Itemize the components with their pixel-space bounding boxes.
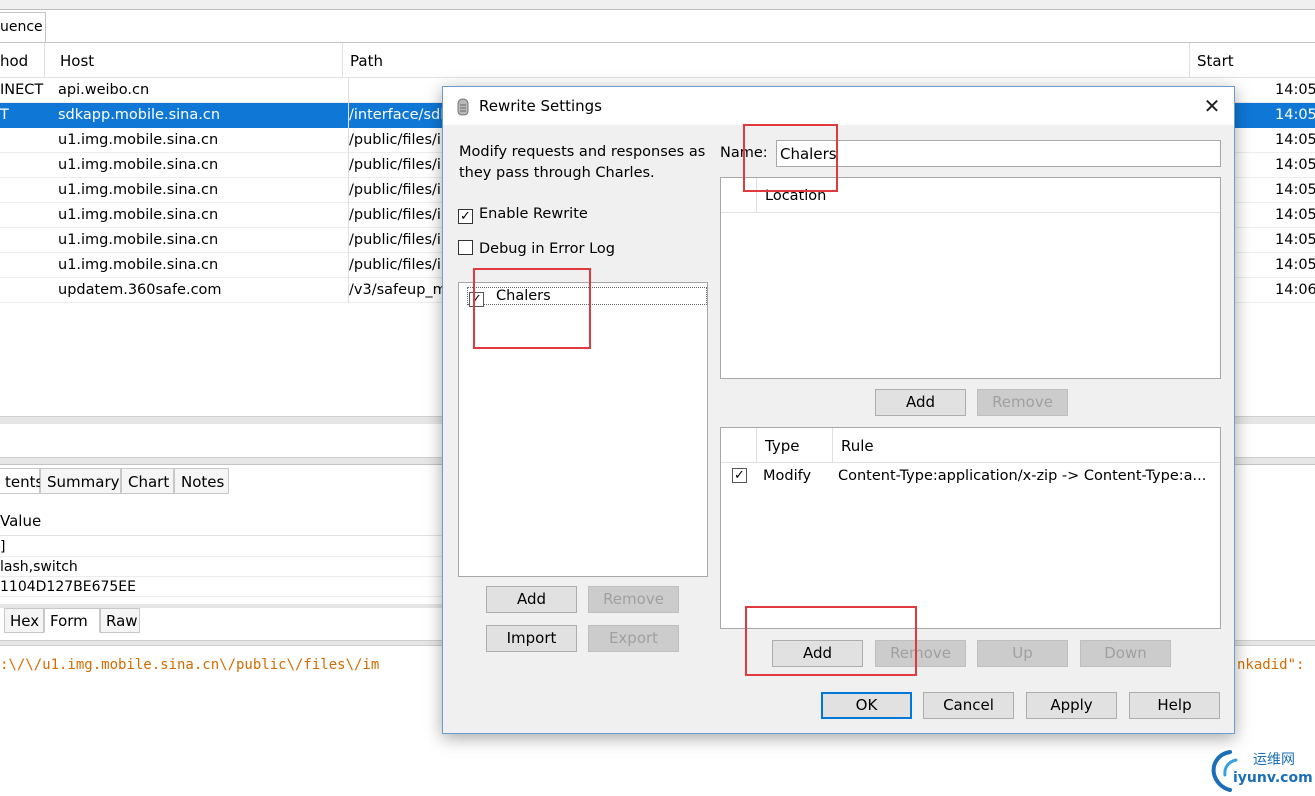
table-row[interactable]: ] bbox=[0, 537, 445, 557]
request-method bbox=[0, 203, 52, 228]
debug-error-log-label: Debug in Error Log bbox=[479, 241, 615, 257]
col-start-header[interactable]: Start bbox=[1190, 43, 1315, 78]
request-start-time: 14:05 bbox=[1275, 207, 1315, 223]
dialog-titlebar[interactable]: Rewrite Settings ✕ bbox=[443, 87, 1234, 125]
enable-rewrite-checkbox[interactable]: ✓ Enable Rewrite bbox=[458, 205, 588, 225]
request-start-time: 14:05 bbox=[1275, 232, 1315, 248]
location-table[interactable]: Location bbox=[720, 177, 1221, 379]
request-path bbox=[348, 78, 443, 103]
move-down-button[interactable]: Down bbox=[1080, 640, 1171, 667]
request-host: u1.img.mobile.sina.cn bbox=[58, 132, 219, 148]
rules-table[interactable]: Type Rule ✓ Modify Content-Type:applicat… bbox=[720, 427, 1221, 629]
checkbox-checked-icon[interactable]: ✓ bbox=[458, 209, 473, 224]
col-path-header[interactable]: Path bbox=[343, 43, 1190, 78]
enable-rewrite-label: Enable Rewrite bbox=[479, 206, 588, 222]
debug-error-log-checkbox[interactable]: Debug in Error Log bbox=[458, 240, 615, 260]
watermark-text-en: iyunv.com bbox=[1233, 770, 1313, 786]
add-location-button[interactable]: Add bbox=[875, 389, 966, 416]
tab-contents[interactable]: tents bbox=[0, 468, 43, 494]
request-method bbox=[0, 128, 52, 153]
annotation-box-name bbox=[743, 124, 838, 192]
request-method bbox=[0, 153, 52, 178]
tab-notes[interactable]: Notes bbox=[174, 468, 229, 494]
request-path: /interface/sdl bbox=[348, 103, 443, 128]
apply-button[interactable]: Apply bbox=[1026, 692, 1117, 719]
annotation-box-add-rule bbox=[745, 606, 917, 676]
requests-table-header: hod Host Path Start bbox=[0, 43, 1315, 78]
name-input[interactable] bbox=[776, 140, 1221, 167]
cancel-button[interactable]: Cancel bbox=[923, 692, 1014, 719]
tab-summary[interactable]: Summary bbox=[40, 468, 121, 494]
rule-description: Content-Type:application/x-zip -> Conten… bbox=[838, 468, 1207, 484]
value-column-header[interactable]: Value bbox=[0, 506, 445, 536]
request-method: INECT bbox=[0, 82, 44, 98]
request-path: /public/files/i bbox=[348, 228, 443, 253]
rule-column-header[interactable]: Rule bbox=[833, 428, 1220, 463]
tab-form[interactable]: Form bbox=[44, 608, 100, 633]
request-host: sdkapp.mobile.sina.cn bbox=[58, 107, 221, 123]
tab-raw[interactable]: Raw bbox=[100, 608, 140, 633]
checkbox-checked-icon[interactable]: ✓ bbox=[732, 468, 747, 483]
col-host-header[interactable]: Host bbox=[53, 43, 343, 78]
response-body-text: :\/\/u1.img.mobile.sina.cn\/public\/file… bbox=[0, 657, 380, 673]
rule-type: Modify bbox=[763, 468, 812, 484]
tab-sequence[interactable]: uence bbox=[0, 12, 46, 43]
col-method-header[interactable]: hod bbox=[0, 43, 45, 78]
tab-chart[interactable]: Chart bbox=[121, 468, 174, 494]
request-start-time: 14:05 bbox=[1275, 257, 1315, 273]
request-start-time: 14:06 bbox=[1275, 282, 1315, 298]
request-host: u1.img.mobile.sina.cn bbox=[58, 157, 219, 173]
remove-location-button[interactable]: Remove bbox=[977, 389, 1068, 416]
request-path: /public/files/i bbox=[348, 253, 443, 278]
table-row[interactable]: lash,switch bbox=[0, 557, 445, 577]
move-up-button[interactable]: Up bbox=[977, 640, 1068, 667]
request-path: /public/files/i bbox=[348, 128, 443, 153]
request-start-time: 14:05 bbox=[1275, 132, 1315, 148]
export-button[interactable]: Export bbox=[588, 625, 679, 652]
enabled-column-header[interactable] bbox=[721, 428, 757, 463]
request-path: /public/files/i bbox=[348, 203, 443, 228]
add-rule-set-button[interactable]: Add bbox=[486, 586, 577, 613]
request-path: /public/files/i bbox=[348, 153, 443, 178]
dialog-title: Rewrite Settings bbox=[479, 97, 602, 115]
annotation-box-rule-set bbox=[473, 268, 591, 349]
request-start-time: 14:05 bbox=[1275, 182, 1315, 198]
window-top-strip bbox=[0, 0, 1315, 10]
table-row[interactable]: 1104D127BE675EE bbox=[0, 577, 445, 597]
request-host: updatem.360safe.com bbox=[58, 282, 222, 298]
tab-hex[interactable]: Hex bbox=[4, 608, 44, 633]
response-body-text-end: nkadid": bbox=[1237, 657, 1305, 673]
request-host: api.weibo.cn bbox=[58, 82, 150, 98]
watermark-text-cn: 运维网 bbox=[1253, 752, 1295, 768]
request-method bbox=[0, 278, 52, 303]
ok-button[interactable]: OK bbox=[821, 692, 912, 719]
charles-app-icon bbox=[455, 98, 471, 116]
request-path: /v3/safeup_m bbox=[348, 278, 443, 303]
close-icon[interactable]: ✕ bbox=[1198, 92, 1226, 120]
checkbox-unchecked-icon[interactable] bbox=[458, 240, 473, 255]
request-host: u1.img.mobile.sina.cn bbox=[58, 257, 219, 273]
request-host: u1.img.mobile.sina.cn bbox=[58, 232, 219, 248]
request-start-time: 14:05 bbox=[1275, 82, 1315, 98]
rules-table-header: Type Rule bbox=[721, 428, 1220, 463]
import-button[interactable]: Import bbox=[486, 625, 577, 652]
dialog-description: Modify requests and responses as they pa… bbox=[459, 144, 706, 181]
request-path: /public/files/i bbox=[348, 178, 443, 203]
request-method bbox=[0, 178, 52, 203]
request-method bbox=[0, 228, 52, 253]
request-host: u1.img.mobile.sina.cn bbox=[58, 182, 219, 198]
type-column-header[interactable]: Type bbox=[757, 428, 833, 463]
remove-rule-set-button[interactable]: Remove bbox=[588, 586, 679, 613]
request-start-time: 14:05 bbox=[1275, 157, 1315, 173]
request-host: u1.img.mobile.sina.cn bbox=[58, 207, 219, 223]
request-method: T bbox=[0, 107, 9, 123]
request-start-time: 14:05 bbox=[1275, 107, 1315, 123]
help-button[interactable]: Help bbox=[1129, 692, 1220, 719]
request-method bbox=[0, 253, 52, 278]
table-row[interactable]: ✓ Modify Content-Type:application/x-zip … bbox=[721, 463, 1220, 489]
